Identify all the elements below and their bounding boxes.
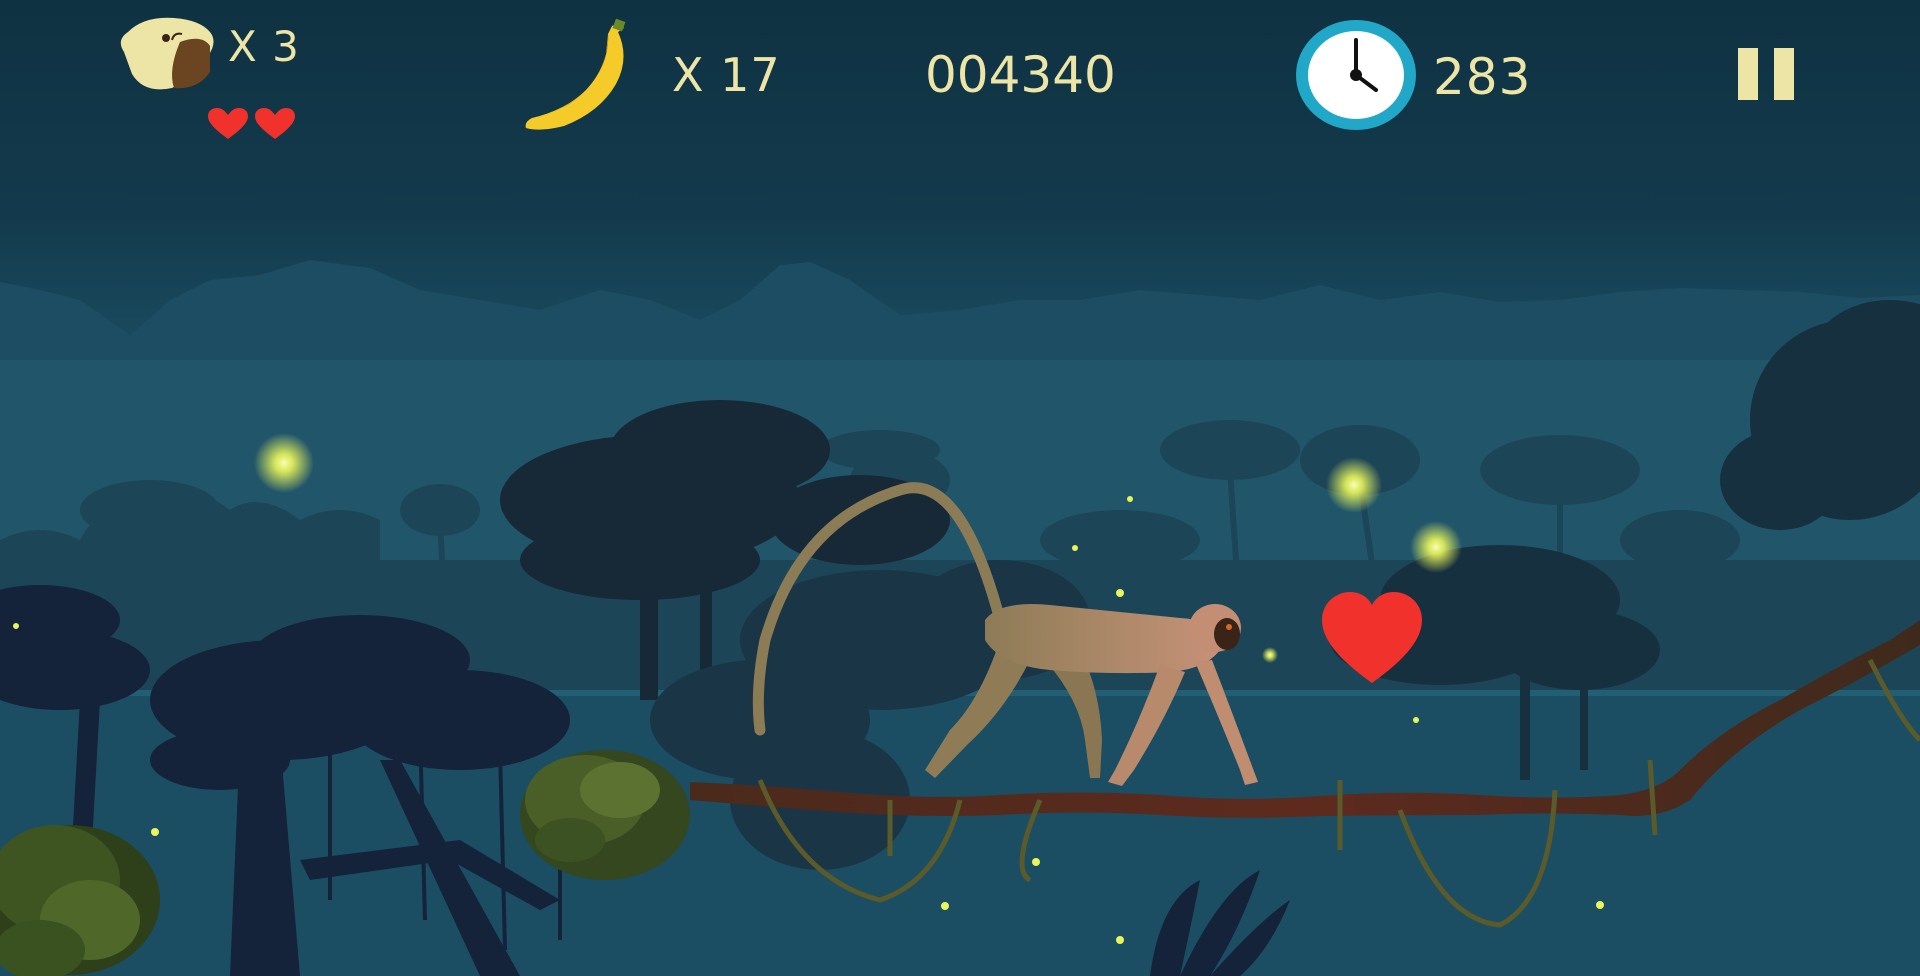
- banana-icon: [525, 18, 626, 130]
- game-screen: X 3 X 17 004340 283: [0, 0, 1920, 976]
- hud: X 3 X 17 004340 283: [0, 0, 1920, 160]
- monkey-face: [1214, 618, 1240, 650]
- clock-icon: [1296, 20, 1416, 130]
- pause-icon: [1738, 48, 1758, 100]
- lives-count: X 3: [228, 22, 300, 71]
- heart-icon: [255, 108, 295, 139]
- banana-count: X 17: [672, 48, 781, 102]
- green-bush-center: [520, 750, 690, 880]
- pause-button[interactable]: [1736, 44, 1798, 104]
- heart-icon: [208, 108, 248, 139]
- monkey-head-icon: [120, 17, 214, 90]
- pause-icon-bar: [1774, 48, 1794, 100]
- score-display: 004340: [925, 46, 1116, 104]
- timer-value: 283: [1433, 48, 1532, 106]
